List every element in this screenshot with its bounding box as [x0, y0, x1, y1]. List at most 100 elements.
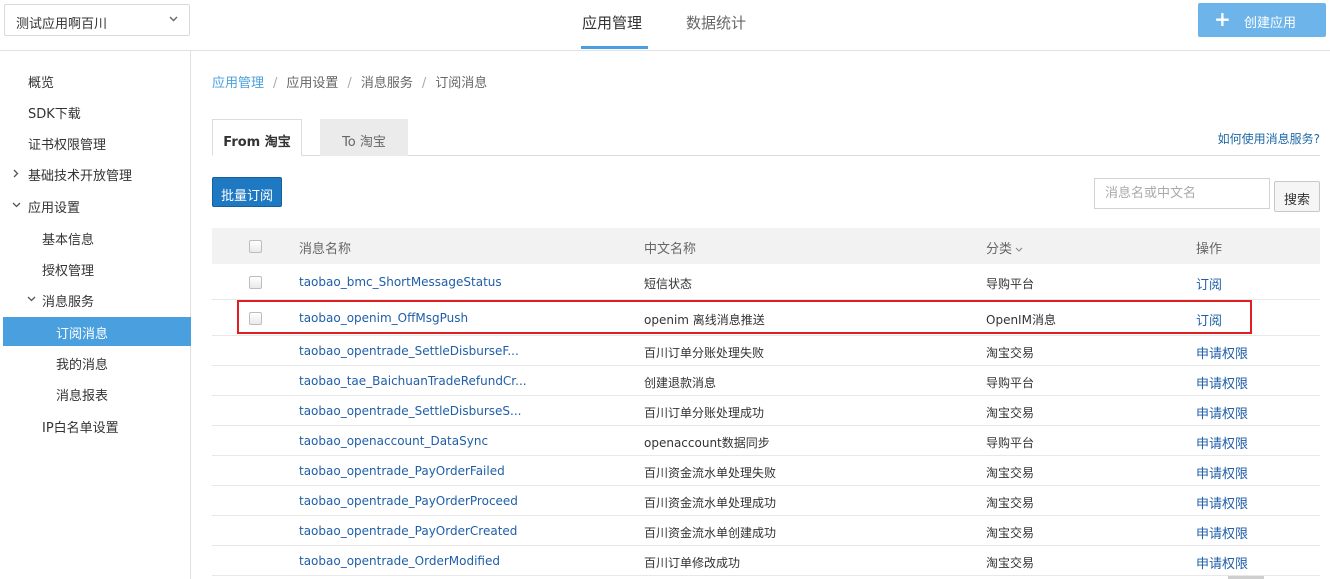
search-input[interactable] — [1094, 178, 1270, 209]
search-button[interactable]: 搜索 — [1274, 181, 1320, 212]
column-header-action: 操作 — [1196, 242, 1223, 257]
help-link[interactable]: 如何使用消息服务? — [1218, 130, 1320, 147]
app-selector[interactable]: 测试应用啊百川 — [4, 4, 190, 36]
message-cn-name: openaccount数据同步 — [644, 436, 770, 450]
message-name-link[interactable]: taobao_opentrade_OrderModified — [299, 554, 500, 568]
category-header-label: 分类 — [986, 242, 1013, 257]
table-row: taobao_opentrade_PayOrderFailed 百川资金流水单处… — [212, 456, 1320, 486]
message-category: 淘宝交易 — [986, 466, 1035, 480]
breadcrumb: 应用管理 / 应用设置 / 消息服务 / 订阅消息 — [212, 72, 487, 91]
sidebar-item-my-messages[interactable]: 我的消息 — [3, 348, 191, 377]
create-app-button[interactable]: + 创建应用 — [1198, 3, 1326, 37]
sort-chevron-icon — [1015, 247, 1023, 252]
batch-subscribe-label: 批量订阅 — [220, 189, 273, 204]
message-cn-name: 百川资金流水单处理成功 — [644, 496, 777, 510]
request-permission-link[interactable]: 申请权限 — [1196, 433, 1248, 452]
message-cn-name: 短信状态 — [644, 277, 693, 291]
column-header-name: 消息名称 — [299, 242, 352, 257]
message-name-link[interactable]: taobao_opentrade_PayOrderCreated — [299, 524, 517, 538]
sidebar-item-message-service[interactable]: 消息服务 — [3, 285, 191, 314]
table-row: taobao_openaccount_DataSync openaccount数… — [212, 426, 1320, 456]
breadcrumb-separator: / — [421, 76, 427, 91]
table-row: taobao_opentrade_PayOrderCreated 百川资金流水单… — [212, 516, 1320, 546]
sidebar-item-subscribed-messages[interactable]: 订阅消息 — [3, 317, 191, 346]
message-cn-name: 百川资金流水单创建成功 — [644, 526, 777, 540]
sidebar-item-basic-info[interactable]: 基本信息 — [3, 223, 191, 252]
request-permission-link[interactable]: 申请权限 — [1196, 463, 1248, 482]
message-category: 淘宝交易 — [986, 496, 1035, 510]
request-permission-link[interactable]: 申请权限 — [1196, 553, 1248, 572]
message-name-link[interactable]: taobao_tae_BaichuanTradeRefundCr... — [299, 374, 527, 388]
batch-subscribe-button[interactable]: 批量订阅 — [212, 177, 282, 207]
table-row: taobao_tae_BaichuanTradeRefundCr... 创建退款… — [212, 366, 1320, 396]
breadcrumb-link-app-management[interactable]: 应用管理 — [212, 76, 264, 91]
sidebar-item-label: 我的消息 — [56, 358, 109, 373]
tab-to-taobao[interactable]: To 淘宝 — [320, 119, 408, 156]
sidebar-item-label: 应用设置 — [28, 201, 81, 216]
column-header-category[interactable]: 分类 — [986, 238, 1023, 257]
message-category: 淘宝交易 — [986, 346, 1035, 360]
table-header: 消息名称 中文名称 分类 操作 — [212, 228, 1320, 264]
message-category: 导购平台 — [986, 277, 1035, 291]
message-name-link[interactable]: taobao_bmc_ShortMessageStatus — [299, 275, 502, 289]
message-category: 淘宝交易 — [986, 526, 1035, 540]
request-permission-link[interactable]: 申请权限 — [1196, 373, 1248, 392]
sidebar-item-basic-tech[interactable]: 基础技术开放管理 — [3, 159, 191, 188]
table-row: taobao_opentrade_SettleDisburseF... 百川订单… — [212, 336, 1320, 366]
tab-label: From 淘宝 — [223, 135, 291, 150]
message-category: 导购平台 — [986, 436, 1035, 450]
tab-from-taobao[interactable]: From 淘宝 — [212, 119, 302, 156]
subscribe-link[interactable]: 订阅 — [1196, 274, 1222, 293]
sidebar-item-sdk-download[interactable]: SDK下载 — [3, 97, 191, 126]
request-permission-link[interactable]: 申请权限 — [1196, 403, 1248, 422]
sidebar: 概览 SDK下载 证书权限管理 基础技术开放管理 应用设置 基本信息 授权管理 … — [0, 51, 191, 579]
sidebar-item-auth-management[interactable]: 授权管理 — [3, 254, 191, 283]
sidebar-item-app-settings[interactable]: 应用设置 — [3, 191, 191, 220]
message-name-link[interactable]: taobao_opentrade_SettleDisburseF... — [299, 344, 519, 358]
row-checkbox[interactable] — [249, 276, 262, 289]
search-button-label: 搜索 — [1283, 193, 1310, 208]
sidebar-item-cert-permissions[interactable]: 证书权限管理 — [3, 128, 191, 157]
message-cn-name: 百川订单修改成功 — [644, 556, 741, 570]
sidebar-item-message-report[interactable]: 消息报表 — [3, 379, 191, 408]
table-row: taobao_opentrade_SettleDisburseS... 百川订单… — [212, 396, 1320, 426]
chevron-down-icon — [27, 296, 36, 302]
create-app-label: 创建应用 — [1244, 16, 1297, 31]
sidebar-item-label: 基础技术开放管理 — [28, 169, 133, 184]
message-name-link[interactable]: taobao_openim_OffMsgPush — [299, 311, 468, 325]
app-selector-label: 测试应用啊百川 — [16, 17, 108, 32]
message-cn-name: openim 离线消息推送 — [644, 313, 765, 327]
table-row: taobao_bmc_ShortMessageStatus 短信状态 导购平台 … — [212, 264, 1320, 300]
message-name-link[interactable]: taobao_opentrade_PayOrderProceed — [299, 494, 518, 508]
request-permission-link[interactable]: 申请权限 — [1196, 493, 1248, 512]
sidebar-item-label: 授权管理 — [42, 264, 95, 279]
request-permission-link[interactable]: 申请权限 — [1196, 343, 1248, 362]
request-permission-link[interactable]: 申请权限 — [1196, 523, 1248, 542]
subscribe-link[interactable]: 订阅 — [1196, 310, 1222, 329]
sidebar-item-ip-whitelist[interactable]: IP白名单设置 — [3, 411, 191, 440]
sidebar-item-label: IP白名单设置 — [42, 421, 119, 436]
message-cn-name: 百川订单分账处理失败 — [644, 346, 765, 360]
table-row: taobao_opentrade_PayOrderProceed 百川资金流水单… — [212, 486, 1320, 516]
select-all-checkbox[interactable] — [249, 240, 262, 253]
message-name-link[interactable]: taobao_opentrade_PayOrderFailed — [299, 464, 505, 478]
nav-tab-app-management[interactable]: 应用管理 — [582, 12, 642, 33]
sidebar-item-overview[interactable]: 概览 — [3, 66, 191, 95]
table-row: taobao_opentrade_OrderModified 百川订单修改成功 … — [212, 546, 1320, 576]
sidebar-item-label: 消息报表 — [56, 389, 109, 404]
message-cn-name: 创建退款消息 — [644, 376, 717, 390]
sidebar-item-label: 证书权限管理 — [28, 138, 107, 153]
column-header-cn-name: 中文名称 — [644, 242, 697, 257]
message-category: OpenIM消息 — [986, 313, 1056, 327]
message-cn-name: 百川资金流水单处理失败 — [644, 466, 777, 480]
nav-active-indicator — [581, 46, 648, 49]
nav-tab-data-statistics[interactable]: 数据统计 — [686, 12, 746, 33]
message-name-link[interactable]: taobao_openaccount_DataSync — [299, 434, 488, 448]
chevron-down-icon — [12, 202, 21, 208]
row-checkbox[interactable] — [249, 312, 262, 325]
message-cn-name: 百川订单分账处理成功 — [644, 406, 765, 420]
breadcrumb-item: 应用设置 — [286, 76, 339, 91]
sidebar-item-label: 基本信息 — [42, 233, 95, 248]
breadcrumb-separator: / — [273, 76, 278, 91]
message-name-link[interactable]: taobao_opentrade_SettleDisburseS... — [299, 404, 521, 418]
